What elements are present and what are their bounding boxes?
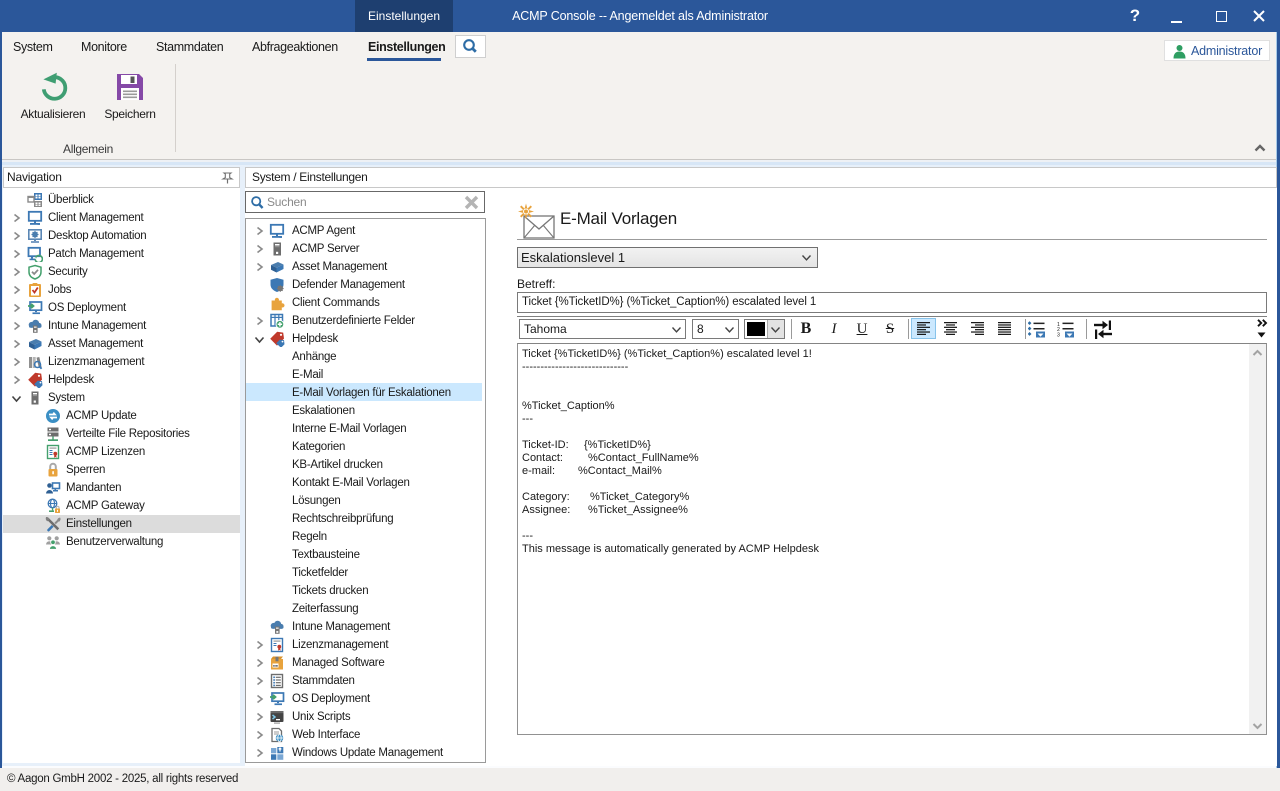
svg-text:3: 3	[1057, 332, 1060, 338]
